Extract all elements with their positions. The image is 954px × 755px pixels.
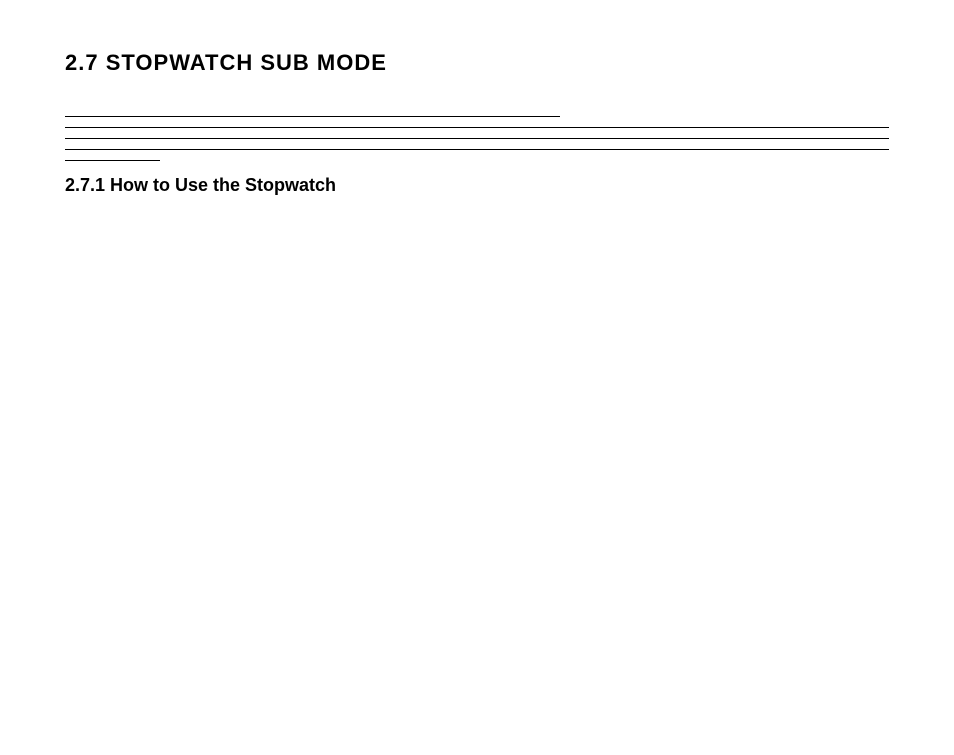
note-rule-5 (65, 160, 160, 161)
document-page: 2.7 STOPWATCH SUB MODE 2.7.1 How to Use … (0, 0, 954, 755)
note-rule-1 (65, 116, 560, 117)
note-rules (65, 116, 889, 161)
note-block (65, 116, 889, 161)
note-rule-4 (65, 149, 889, 150)
subsection-heading: 2.7.1 How to Use the Stopwatch (65, 175, 889, 196)
section-heading: 2.7 STOPWATCH SUB MODE (65, 50, 889, 76)
note-rule-3 (65, 138, 889, 139)
note-rule-2 (65, 127, 889, 128)
